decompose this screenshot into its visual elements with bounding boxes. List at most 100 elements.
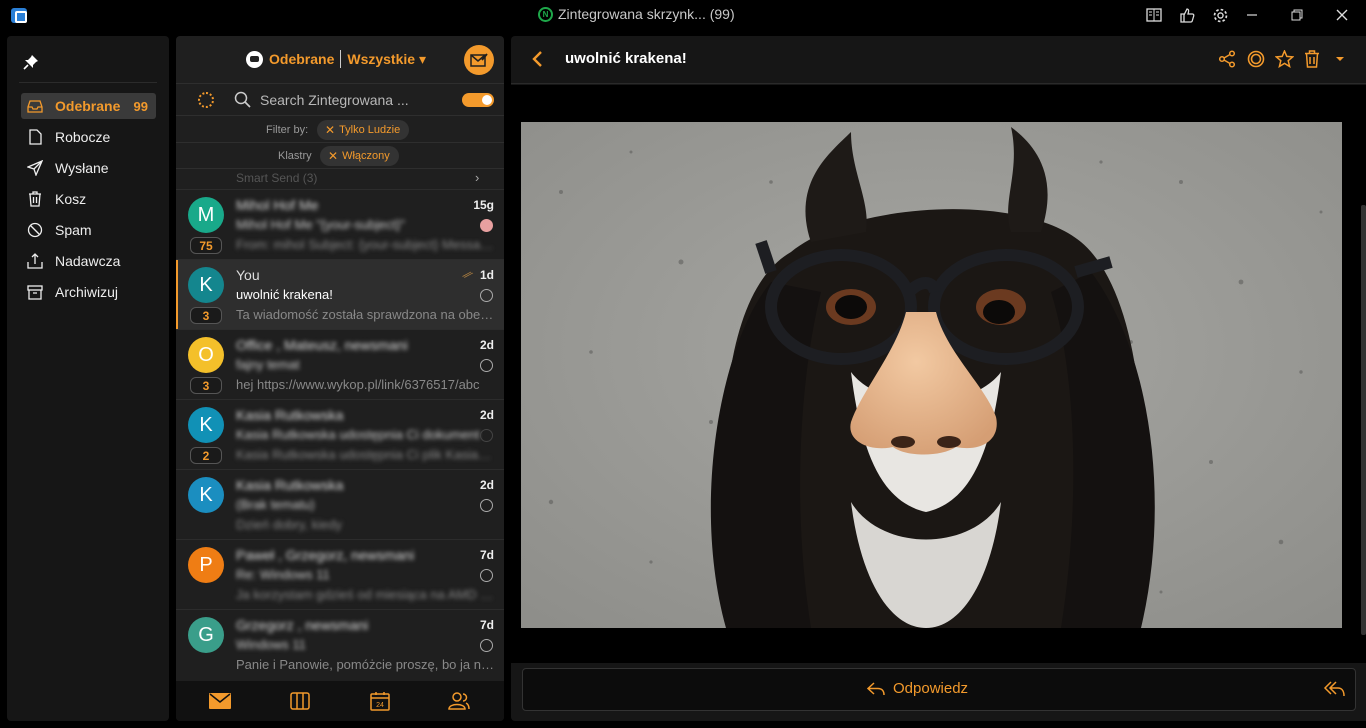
more-dropdown-icon[interactable] bbox=[1333, 50, 1353, 70]
message-sender: Kasia Rutkowska bbox=[236, 407, 344, 423]
contacts-icon[interactable] bbox=[448, 691, 470, 711]
filter-dropdown[interactable]: Wszystkie ▾ bbox=[347, 51, 426, 68]
filter-by-label: Filter by: bbox=[266, 123, 309, 136]
back-arrow-icon[interactable] bbox=[531, 50, 545, 73]
refresh-icon[interactable] bbox=[198, 92, 214, 108]
message-date: 7d bbox=[479, 548, 494, 562]
message-row-selected[interactable]: K 3 You uwolnić krakena! Ta wiadomość zo… bbox=[176, 259, 504, 330]
clusters-chip[interactable]: ✕ Włączony bbox=[320, 146, 399, 166]
message-date: 2d bbox=[479, 408, 494, 422]
message-preview: Kasia Rutkowska udostępnia Ci plik Kasia… bbox=[236, 447, 494, 462]
message-sender: Paweł , Grzegorz, newsmani bbox=[236, 547, 415, 563]
kanban-board-icon[interactable] bbox=[289, 691, 311, 711]
search-input[interactable] bbox=[260, 90, 430, 110]
message-subject: Kasia Rutkowska udostępnia Ci dokument bbox=[236, 427, 480, 442]
message-sender: Mihol Hof Me bbox=[236, 197, 319, 213]
status-dot-icon[interactable] bbox=[480, 359, 493, 372]
reply-icon bbox=[867, 681, 885, 695]
calendar-icon[interactable]: 24 bbox=[369, 691, 391, 711]
smart-send-row[interactable]: Smart Send (3) › bbox=[176, 169, 504, 189]
smart-send-label: Smart Send (3) bbox=[236, 171, 318, 185]
pin-icon[interactable] bbox=[23, 54, 41, 72]
message-row[interactable]: K Kasia Rutkowska (Brak tematu) Dzień do… bbox=[176, 469, 504, 539]
outbox-icon bbox=[27, 253, 43, 269]
attachment-icon: ∕∕ bbox=[462, 267, 474, 283]
thread-count-badge: 3 bbox=[190, 377, 222, 394]
sidebar-item-kosz[interactable]: Kosz bbox=[21, 186, 156, 212]
reply-button[interactable]: Odpowiedz bbox=[522, 668, 1356, 711]
clusters-label: Klastry bbox=[278, 149, 312, 162]
message-subject: Re: Windows 11 bbox=[236, 567, 330, 582]
message-date: 15g bbox=[473, 198, 494, 212]
delete-trash-icon[interactable] bbox=[1304, 50, 1324, 70]
scrollbar[interactable] bbox=[1361, 205, 1366, 635]
status-dot-icon[interactable] bbox=[480, 569, 493, 582]
status-dot-icon[interactable] bbox=[480, 289, 493, 302]
message-preview: From: mihol Subject: {your-subject} Mess… bbox=[236, 237, 494, 252]
remove-chip-icon[interactable]: ✕ bbox=[325, 123, 335, 137]
message-row[interactable]: O 3 Office , Mateusz, newsmani fajny tem… bbox=[176, 329, 504, 399]
share-icon[interactable] bbox=[1218, 50, 1238, 70]
thumbs-up-icon[interactable] bbox=[1177, 5, 1197, 25]
message-subject: fajny temat bbox=[236, 357, 300, 372]
sidebar-item-wyslane[interactable]: Wysłane bbox=[21, 155, 156, 181]
reply-all-icon[interactable] bbox=[1323, 680, 1345, 703]
sidebar-item-odebrane[interactable]: Odebrane 99 bbox=[21, 93, 156, 119]
thread-count-badge: 75 bbox=[190, 237, 222, 254]
message-sender: Office , Mateusz, newsmani bbox=[236, 337, 408, 353]
sender-avatar: O bbox=[188, 337, 224, 373]
account-avatar[interactable] bbox=[246, 50, 263, 68]
sender-avatar: K bbox=[188, 267, 224, 303]
sidebar-item-spam[interactable]: Spam bbox=[21, 217, 156, 243]
sender-avatar: K bbox=[188, 477, 224, 513]
filter-chip-people-only[interactable]: ✕ Tylko Ludzie bbox=[317, 120, 410, 140]
window-title-group: N Zintegrowana skrzynk... (99) bbox=[538, 6, 735, 22]
sidebar-item-label: Kosz bbox=[55, 191, 87, 207]
status-dot-icon[interactable] bbox=[480, 429, 493, 442]
message-row[interactable]: K 2 Kasia Rutkowska Kasia Rutkowska udos… bbox=[176, 399, 504, 469]
app-logo-icon bbox=[11, 8, 27, 23]
email-subject: uwolnić krakena! bbox=[565, 50, 687, 67]
sidebar-item-archiwizuj[interactable]: Archiwizuj bbox=[21, 279, 156, 305]
title-bar: N Zintegrowana skrzynk... (99) bbox=[0, 0, 1366, 30]
minimize-button[interactable] bbox=[1242, 5, 1262, 25]
reader-header: uwolnić krakena! bbox=[511, 36, 1366, 84]
dog-with-disguise-glasses-image bbox=[521, 122, 1342, 628]
close-button[interactable] bbox=[1332, 5, 1352, 25]
compose-button[interactable] bbox=[464, 45, 494, 75]
message-subject: Mihol Hof Me "{your-subject}" bbox=[236, 217, 405, 232]
message-preview: Dzień dobry, kiedy bbox=[236, 517, 342, 532]
message-row[interactable]: M 75 Mihol Hof Me Mihol Hof Me "{your-su… bbox=[176, 189, 504, 259]
mark-unread-icon[interactable] bbox=[1247, 50, 1267, 70]
message-row[interactable]: G Grzegorz , newsmani Windows 11 Panie i… bbox=[176, 609, 504, 679]
restore-button[interactable] bbox=[1287, 5, 1307, 25]
star-icon[interactable] bbox=[1274, 49, 1295, 70]
settings-gear-icon[interactable] bbox=[1210, 5, 1230, 25]
reply-action[interactable]: Odpowiedz bbox=[867, 680, 968, 697]
thread-count-badge: 3 bbox=[190, 307, 222, 324]
message-preview: Panie i Panowie, pomóżcie proszę, bo ja … bbox=[236, 657, 494, 672]
sidebar-item-nadawcza[interactable]: Nadawcza bbox=[21, 248, 156, 274]
status-dot-icon[interactable] bbox=[480, 499, 493, 512]
message-preview: Ta wiadomość została sprawdzona na obecn… bbox=[236, 307, 494, 322]
mail-icon[interactable] bbox=[209, 691, 231, 711]
message-date: 2d bbox=[479, 478, 494, 492]
status-dot-icon[interactable] bbox=[480, 639, 493, 652]
focused-toggle[interactable] bbox=[462, 93, 494, 107]
remove-chip-icon[interactable]: ✕ bbox=[328, 149, 338, 163]
sender-avatar: K bbox=[188, 407, 224, 443]
clusters-row: Klastry ✕ Włączony bbox=[176, 143, 504, 169]
inbox-icon bbox=[27, 98, 43, 114]
message-row[interactable]: P Paweł , Grzegorz, newsmani Re: Windows… bbox=[176, 539, 504, 609]
status-dot-icon[interactable] bbox=[480, 219, 493, 232]
sender-avatar: G bbox=[188, 617, 224, 653]
trash-icon bbox=[27, 191, 43, 207]
sidebar-item-robocze[interactable]: Robocze bbox=[21, 124, 156, 150]
message-date: 1d bbox=[479, 268, 494, 282]
sidebar-item-label: Wysłane bbox=[55, 160, 109, 176]
message-list-panel: Odebrane Wszystkie ▾ Filter by: ✕ Tylko … bbox=[176, 36, 504, 721]
reader-view-icon[interactable] bbox=[1144, 5, 1164, 25]
current-folder-label[interactable]: Odebrane bbox=[269, 51, 334, 67]
sidebar-divider bbox=[19, 82, 157, 83]
sidebar-item-label: Odebrane bbox=[55, 98, 121, 114]
